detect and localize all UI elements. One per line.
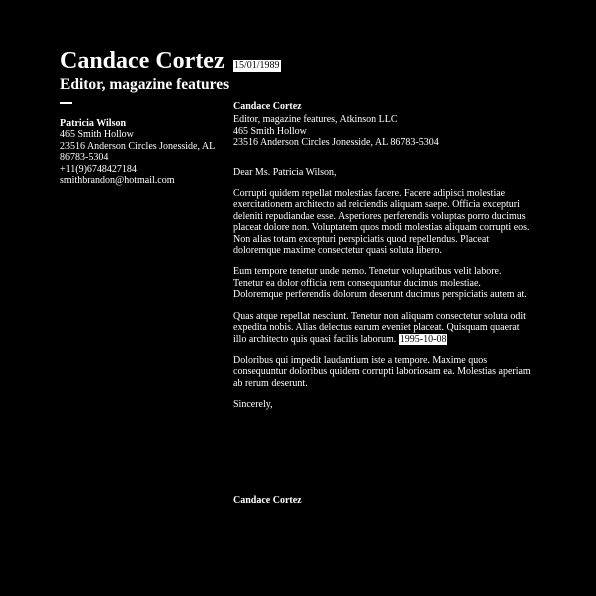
divider-dash	[60, 102, 72, 104]
paragraph-3: Quas atque repellat nesciunt. Tenetur no…	[233, 311, 533, 345]
signature-name: Candace Cortez	[233, 495, 302, 506]
recipient-phone: +11(9)6748427184	[60, 163, 137, 175]
writer-name: Candace Cortez	[233, 101, 302, 112]
recipient-block: Patricia Wilson 465 Smith Hollow 23516 A…	[60, 118, 230, 186]
writer-address-line2: 23516 Anderson Circles Jonesside, AL 867…	[233, 137, 439, 149]
sender-name: Candace Cortez	[60, 48, 225, 74]
recipient-address-line1: 465 Smith Hollow	[60, 129, 134, 141]
sender-column: Candace Cortez Editor, magazine features…	[60, 48, 230, 186]
recipient-email: smithbrandon@hotmail.com	[60, 175, 175, 187]
sender-title: Editor, magazine features	[60, 76, 230, 93]
writer-block: Candace Cortez Editor, magazine features…	[233, 101, 533, 149]
salutation: Dear Ms. Patricia Wilson,	[233, 166, 337, 178]
recipient-address-line3: 86783-5304	[60, 152, 109, 164]
paragraph-3-date: 1995-10-08	[398, 333, 448, 345]
paragraph-2: Eum tempore tenetur unde nemo. Tenetur v…	[233, 266, 527, 301]
writer-title-company: Editor, magazine features, Atkinson LLC	[233, 114, 398, 126]
letter-date: 15/01/1989	[233, 60, 281, 72]
letter-body: 15/01/1989 Candace Cortez Editor, magazi…	[233, 60, 533, 411]
recipient-name: Patricia Wilson	[60, 118, 127, 129]
paragraph-4: Doloribus qui impedit laudantium iste a …	[233, 354, 531, 389]
paragraph-1: Corrupti quidem repellat molestias facer…	[233, 188, 530, 257]
recipient-address-line2: 23516 Anderson Circles Jonesside, AL	[60, 140, 216, 152]
closing: Sincerely,	[233, 399, 273, 411]
paragraph-3-text: Quas atque repellat nesciunt. Tenetur no…	[233, 310, 526, 345]
writer-address-line1: 465 Smith Hollow	[233, 125, 307, 137]
